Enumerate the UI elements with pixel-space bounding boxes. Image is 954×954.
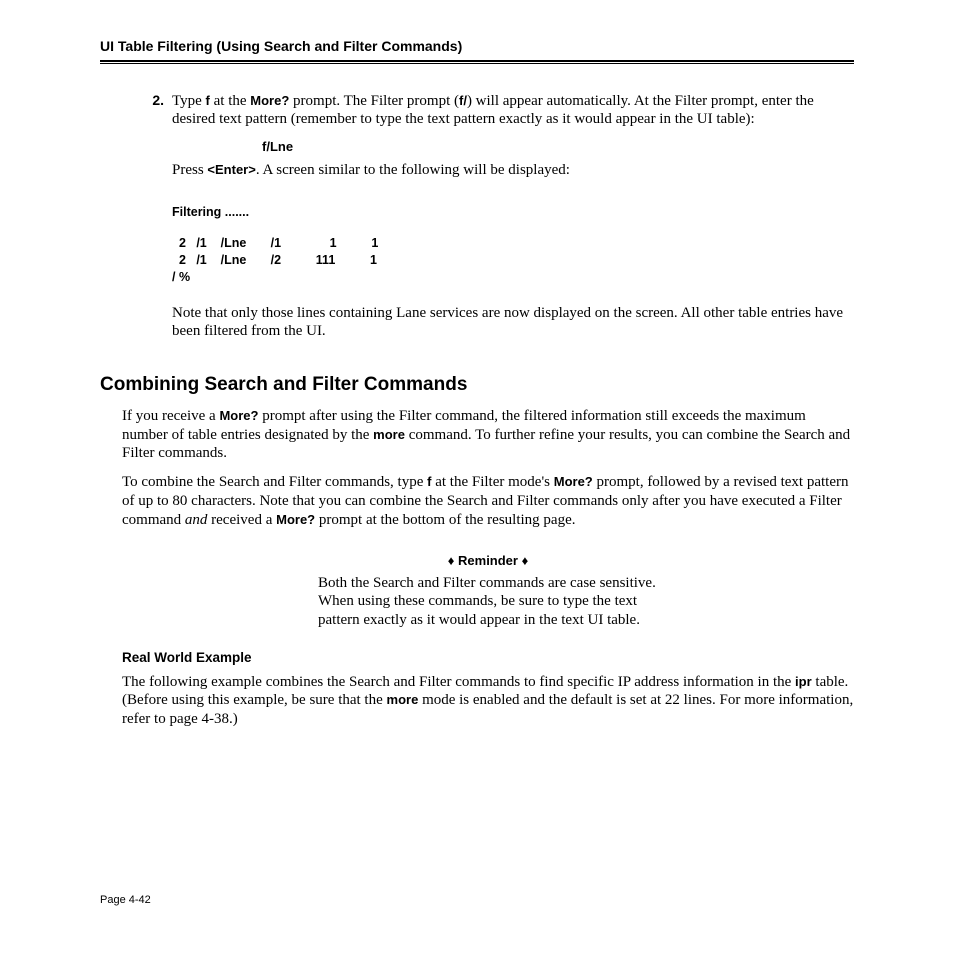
step-block: 2. Type f at the More? prompt. The Filte… [100,92,854,191]
header-rule-thin [100,63,854,64]
running-header: UI Table Filtering (Using Search and Fil… [100,38,854,58]
page-number: Page 4-42 [100,894,151,908]
prompt-more: More? [250,93,289,108]
step-para-1: Type f at the More? prompt. The Filter p… [172,92,854,130]
terminal-block: Filtering ....... 2 /1 /Lne /1 1 1 2 /1 … [100,190,854,351]
reminder-heading: ♦ Reminder ♦ [122,553,854,569]
terminal-output: Filtering ....... 2 /1 /Lne /1 1 1 2 /1 … [172,204,854,286]
reminder-body: Both the Search and Filter commands are … [318,574,658,630]
section-para-2: To combine the Search and Filter command… [122,473,854,529]
section-title: Combining Search and Filter Commands [100,373,854,397]
step-gutter: 2. [100,92,172,191]
step-note: Note that only those lines containing La… [172,304,854,342]
step-number: 2. [152,92,164,108]
section-body: If you receive a More? prompt after usin… [122,407,854,729]
page: UI Table Filtering (Using Search and Fil… [0,0,954,954]
example-para: The following example combines the Searc… [122,673,854,729]
example-heading: Real World Example [122,650,854,667]
header-rule-thick [100,60,854,62]
step-para-2: Press <Enter>. A screen similar to the f… [172,161,854,180]
step-main: Type f at the More? prompt. The Filter p… [172,92,854,191]
filter-command-sample: f/Lne [262,139,854,155]
key-enter: <Enter> [207,162,255,177]
section-para-1: If you receive a More? prompt after usin… [122,407,854,463]
filter-prompt-abbrev: f/ [459,93,467,108]
terminal-data-lines: 2 /1 /Lne /1 1 1 2 /1 /Lne /2 111 1 / % [172,235,854,286]
terminal-header-line: Filtering ....... [172,205,249,219]
